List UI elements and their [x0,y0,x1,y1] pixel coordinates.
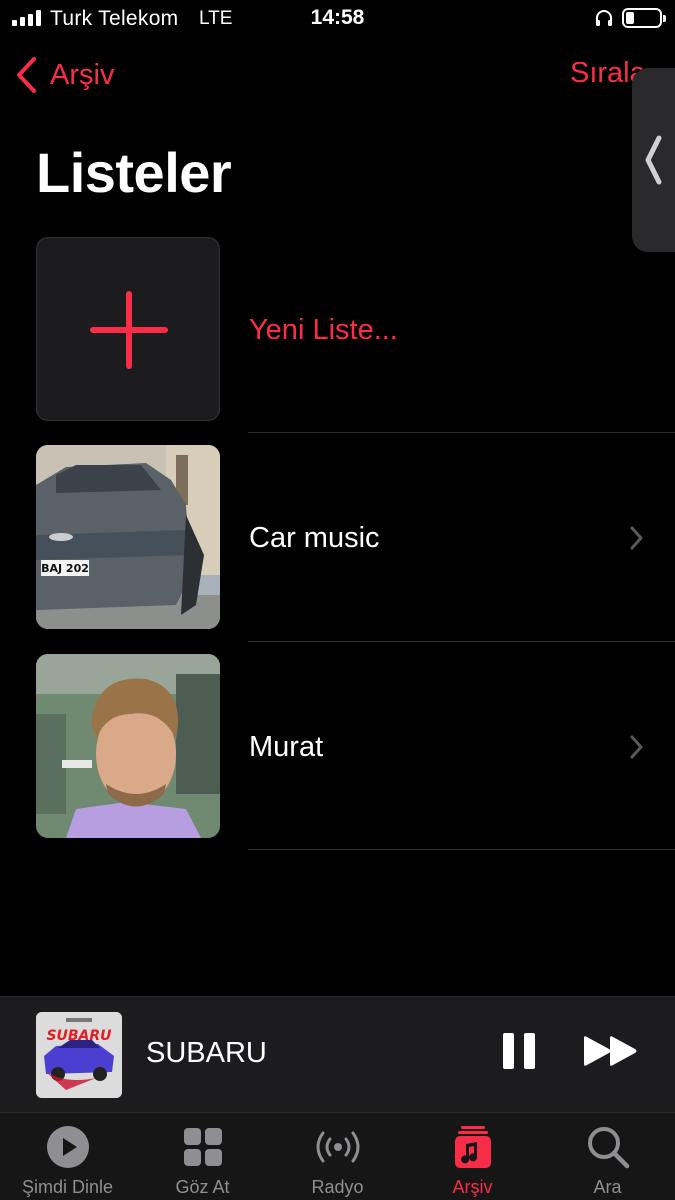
search-icon [587,1127,629,1169]
tab-bar: Şimdi Dinle Göz At Radyo Arşiv Ara [0,1112,675,1200]
page-title: Listeler [36,141,232,204]
playlist-row[interactable]: Murat [0,654,675,863]
album-artwork: SUBARU [36,1012,122,1098]
tab-label: Şimdi Dinle [21,1177,114,1197]
tab-browse[interactable]: Göz At [135,1113,270,1200]
svg-text:SUBARU: SUBARU [46,1028,112,1044]
chevron-right-icon [630,526,643,550]
playlist-title: Murat [249,731,324,763]
fast-forward-button[interactable] [582,1035,638,1067]
car-photo-artwork: BAJ 202 [36,445,220,629]
divider [248,641,675,642]
plus-icon [90,291,168,369]
divider [248,432,675,433]
tab-label: Radyo [311,1177,364,1197]
tab-search[interactable]: Ara [540,1113,675,1200]
side-panel-handle[interactable] [632,68,675,252]
chevron-left-icon [17,57,36,93]
status-time: 14:58 [310,6,365,29]
tab-listen-now[interactable]: Şimdi Dinle [0,1113,135,1200]
new-playlist-row[interactable]: Yeni Liste... [0,236,675,445]
tab-library[interactable]: Arşiv [405,1113,540,1200]
svg-text:BAJ 202: BAJ 202 [41,562,89,575]
now-playing-title: SUBARU [146,1037,267,1069]
pause-icon [503,1033,514,1069]
chevron-right-icon [630,735,643,759]
fast-forward-icon [584,1036,637,1066]
playlist-row[interactable]: BAJ 202 Car music [0,445,675,654]
tab-radio[interactable]: Radyo [270,1113,405,1200]
status-bar: Turk Telekom LTE 14:58 [0,0,675,40]
radio-icon [316,1131,359,1163]
person-photo-artwork [36,654,220,838]
playlist-title: Car music [249,522,380,554]
new-playlist-label: Yeni Liste... [249,314,398,346]
back-label: Arşiv [50,58,115,91]
headphones-icon [596,10,612,26]
tab-label: Göz At [175,1177,230,1197]
mini-player[interactable]: SUBARU SUBARU [0,996,675,1112]
divider [248,849,675,850]
play-circle-icon [46,1126,89,1168]
battery-icon [622,8,666,28]
chevron-left-icon [645,135,662,185]
pause-button[interactable] [503,1033,535,1069]
library-icon [454,1126,491,1168]
new-playlist-tile [36,237,220,421]
grid-icon [183,1128,222,1166]
back-button[interactable]: Arşiv [14,56,114,94]
tab-label: Ara [593,1177,622,1197]
tab-label: Arşiv [452,1177,493,1197]
